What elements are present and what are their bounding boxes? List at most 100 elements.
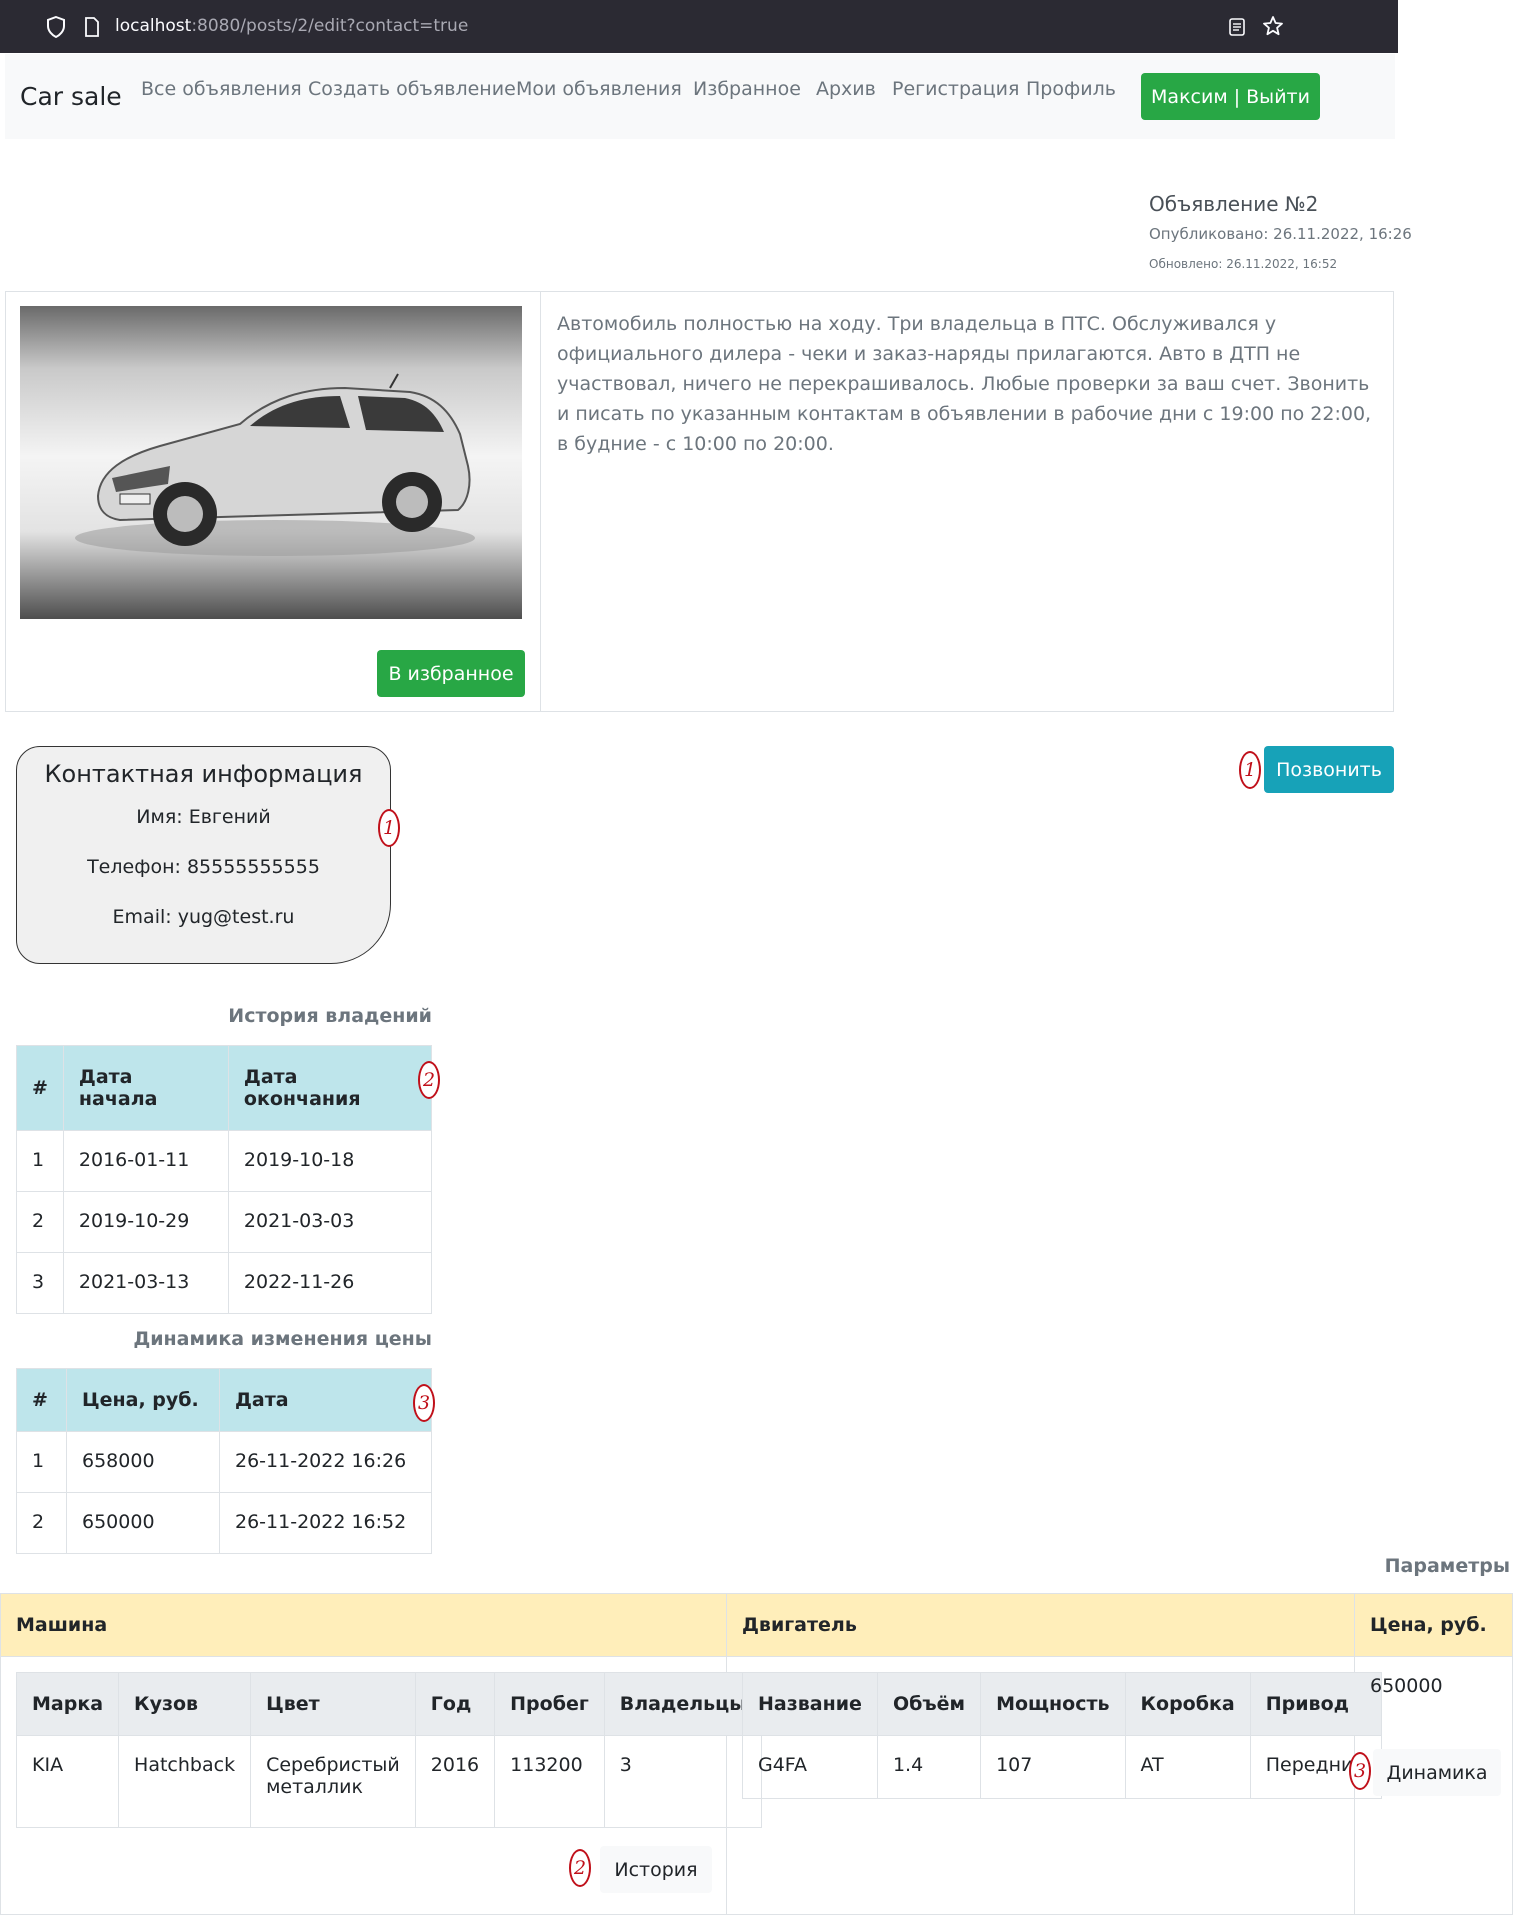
table-header-row: Машина Двигатель Цена, руб.	[0, 1593, 1513, 1657]
table-row: G4FA 1.4 107 AT Передний	[742, 1735, 1382, 1799]
nav-my-posts[interactable]: Мои объявления	[516, 78, 682, 100]
post-description: Автомобиль полностью на ходу. Три владел…	[557, 313, 1372, 455]
column-header-car: Машина	[0, 1593, 727, 1657]
price-value: 650000	[1370, 1675, 1443, 1697]
ownership-table: # Дата начала Дата окончания 1 2016-01-1…	[16, 1045, 433, 1314]
table-cell: 2016-01-11	[62, 1130, 229, 1192]
params-caption: Параметры	[1384, 1555, 1510, 1577]
car-table: Марка Кузов Цвет Год Пробег Владельцы KI…	[15, 1672, 763, 1828]
table-cell: 2019-10-29	[62, 1191, 229, 1253]
column-header: Цвет	[250, 1672, 416, 1736]
column-header: #	[16, 1368, 67, 1432]
nav-registration[interactable]: Регистрация	[892, 78, 1019, 100]
table-header-row: # Цена, руб. Дата	[16, 1368, 432, 1432]
column-header: Коробка	[1124, 1672, 1251, 1736]
table-row: 2 2019-10-29 2021-03-03	[16, 1191, 433, 1253]
column-header: Мощность	[980, 1672, 1126, 1736]
nav-favorites[interactable]: Избранное	[693, 78, 801, 100]
bookmark-star-icon[interactable]	[1262, 15, 1284, 37]
table-cell: 2019-10-18	[227, 1130, 433, 1192]
table-cell: Hatchback	[118, 1735, 252, 1828]
annotation-marker-2: 2	[418, 1061, 440, 1099]
url-path: :8080/posts/2/edit?contact=true	[191, 16, 469, 36]
table-cell: 26-11-2022 16:26	[219, 1431, 432, 1493]
contact-title: Контактная информация	[44, 760, 363, 788]
table-cell: 2	[16, 1492, 67, 1554]
table-cell: 1	[16, 1130, 64, 1192]
table-row: Марка Кузов Цвет Год Пробег Владельцы KI…	[0, 1656, 1513, 1915]
reader-view-icon[interactable]	[1228, 17, 1246, 37]
table-row: 3 2021-03-13 2022-11-26	[16, 1252, 433, 1314]
engine-table: Название Объём Мощность Коробка Привод G…	[742, 1672, 1382, 1799]
params-table: Машина Двигатель Цена, руб. Марка Кузов …	[0, 1593, 1513, 1915]
price-cell: 650000 3 Динамика	[1349, 1656, 1513, 1915]
add-to-favorites-button[interactable]: В избранное	[377, 650, 525, 697]
car-cell: Марка Кузов Цвет Год Пробег Владельцы KI…	[0, 1656, 763, 1915]
column-header-price: Цена, руб.	[1354, 1593, 1513, 1657]
price-history-table: # Цена, руб. Дата 1 658000 26-11-2022 16…	[16, 1368, 432, 1554]
browser-toolbar: localhost:8080/posts/2/edit?contact=true	[0, 0, 1398, 53]
nav-all-posts[interactable]: Все объявления	[141, 78, 302, 100]
annotation-marker-3: 3	[413, 1384, 435, 1422]
column-header: Цена, руб.	[66, 1368, 220, 1432]
table-cell: 113200	[494, 1735, 605, 1828]
column-header: Марка	[15, 1672, 120, 1736]
table-cell: 2016	[414, 1735, 496, 1828]
table-cell: 1	[16, 1431, 67, 1493]
shield-icon[interactable]	[46, 16, 66, 38]
table-header-row: # Дата начала Дата окончания	[16, 1045, 433, 1131]
table-cell: 2021-03-13	[62, 1252, 229, 1314]
engine-cell: Название Объём Мощность Коробка Привод G…	[726, 1656, 1382, 1915]
address-bar[interactable]: localhost:8080/posts/2/edit?contact=true	[115, 16, 468, 36]
annotation-marker-3: 3	[1349, 1752, 1371, 1790]
table-cell: 2021-03-03	[227, 1191, 433, 1253]
table-cell: G4FA	[742, 1735, 878, 1799]
column-header: Кузов	[118, 1672, 252, 1736]
contact-name: Имя: Евгений	[136, 806, 271, 828]
table-row: KIA Hatchback Серебристый металлик 2016 …	[15, 1735, 763, 1828]
table-row: 2 650000 26-11-2022 16:52	[16, 1492, 432, 1554]
table-header-row: Марка Кузов Цвет Год Пробег Владельцы	[15, 1672, 763, 1736]
table-cell: KIA	[15, 1735, 120, 1828]
contact-phone: Телефон: 85555555555	[87, 856, 320, 878]
column-header: Объём	[876, 1672, 982, 1736]
table-header-row: Название Объём Мощность Коробка Привод	[742, 1672, 1382, 1736]
car-photo	[20, 306, 522, 619]
table-cell: 2022-11-26	[227, 1252, 433, 1314]
table-cell: 658000	[66, 1431, 220, 1493]
column-header: Дата	[219, 1368, 432, 1432]
table-cell: AT	[1124, 1735, 1251, 1799]
call-button[interactable]: Позвонить	[1264, 746, 1394, 793]
column-header: Дата начала	[62, 1045, 229, 1131]
card-divider	[540, 291, 541, 712]
nav-create-post[interactable]: Создать объявление	[308, 78, 516, 100]
table-cell: 2	[16, 1191, 64, 1253]
table-cell: 3	[16, 1252, 64, 1314]
nav-profile[interactable]: Профиль	[1026, 78, 1116, 100]
column-header: Дата окончания	[227, 1045, 433, 1131]
column-header: Пробег	[494, 1672, 605, 1736]
navbar-brand[interactable]: Car sale	[20, 82, 122, 111]
annotation-marker-2: 2	[569, 1849, 591, 1887]
page-icon	[85, 17, 99, 37]
table-cell: 107	[980, 1735, 1126, 1799]
table-cell: Серебристый металлик	[250, 1735, 416, 1828]
column-header: Название	[742, 1672, 878, 1736]
url-host: localhost	[115, 16, 192, 36]
table-cell: 650000	[66, 1492, 220, 1554]
updated-date: Обновлено: 26.11.2022, 16:52	[1149, 257, 1338, 271]
logout-button[interactable]: Максим | Выйти	[1141, 73, 1320, 120]
history-button[interactable]: История	[600, 1846, 712, 1893]
published-date: Опубликовано: 26.11.2022, 16:26	[1149, 225, 1412, 243]
nav-archive[interactable]: Архив	[816, 78, 876, 100]
dynamics-button[interactable]: Динамика	[1373, 1749, 1501, 1796]
annotation-marker-1: 1	[378, 809, 400, 847]
contact-email: Email: yug@test.ru	[112, 906, 295, 928]
post-title: Объявление №2	[1149, 192, 1319, 216]
table-cell: 1.4	[876, 1735, 982, 1799]
column-header: #	[16, 1045, 64, 1131]
ownership-caption: История владений	[228, 1005, 432, 1027]
table-row: 1 2016-01-11 2019-10-18	[16, 1130, 433, 1192]
table-row: 1 658000 26-11-2022 16:26	[16, 1431, 432, 1493]
column-header-engine: Двигатель	[726, 1593, 1355, 1657]
